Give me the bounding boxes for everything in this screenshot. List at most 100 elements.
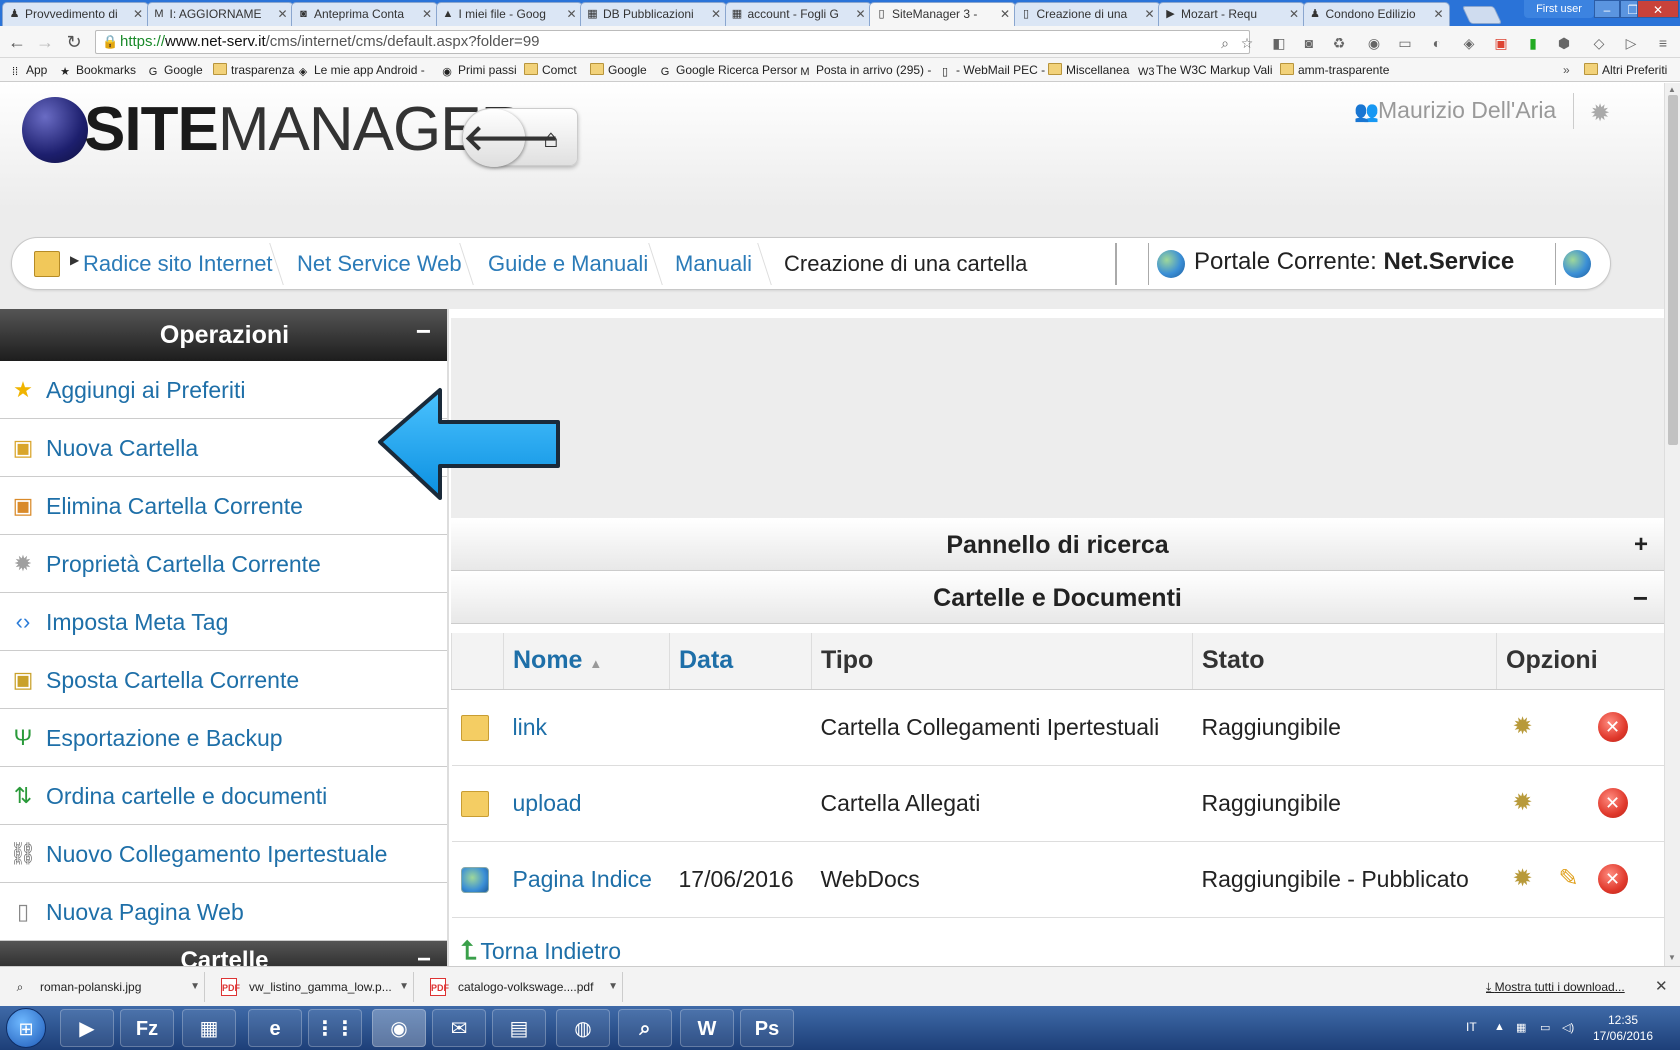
start-button[interactable]: ⊞ — [6, 1008, 46, 1048]
table-row[interactable]: link Cartella Collegamenti Ipertestuali Ra… — [451, 689, 1664, 766]
bookmark-star-icon[interactable]: ☆ — [1238, 34, 1256, 52]
item-name-link[interactable]: link — [513, 714, 548, 740]
browser-tab[interactable]: ♟ Provvedimento di ✕ — [2, 2, 149, 26]
table-row[interactable]: upload Cartella Allegati Raggiungibile ✹ ✕ — [451, 765, 1664, 842]
volume-icon[interactable]: ◁) — [1562, 1021, 1574, 1034]
delete-icon[interactable]: ✕ — [1597, 788, 1628, 818]
sidebar-item[interactable]: ⇅ Ordina cartelle e documenti — [0, 767, 447, 825]
close-tab-icon[interactable]: ✕ — [277, 3, 287, 25]
documents-panel-header[interactable]: Cartelle e Documenti − — [451, 572, 1664, 624]
bookmark-item[interactable]: ◈ Le mie app Android - — [296, 62, 425, 78]
close-tab-icon[interactable]: ✕ — [1289, 3, 1299, 25]
crumb-manuali[interactable]: Manuali — [675, 250, 752, 278]
browser-tab[interactable]: ◙ Anteprima Conta ✕ — [291, 2, 438, 26]
color-icon[interactable]: ◐ — [1428, 34, 1446, 52]
close-tab-icon[interactable]: ✕ — [422, 3, 432, 25]
browser-tab[interactable]: ▶ Mozart - Requ ✕ — [1158, 2, 1305, 26]
clock[interactable]: 12:35 17/06/2016 — [1590, 1012, 1656, 1044]
close-tab-icon[interactable]: ✕ — [133, 3, 143, 25]
flag-icon[interactable]: ▮ — [1524, 34, 1542, 52]
photoshop-icon[interactable]: Ps — [740, 1009, 794, 1047]
network-icon[interactable]: ▦ — [1516, 1021, 1526, 1034]
delete-icon[interactable]: ✕ — [1597, 864, 1628, 894]
bookmark-item[interactable]: ★ Bookmarks — [58, 62, 136, 78]
sidebar-item[interactable]: ⛓ Nuovo Collegamento Ipertestuale — [0, 825, 447, 883]
gear-icon[interactable]: ✹ — [1506, 786, 1540, 820]
close-tab-icon[interactable]: ✕ — [1433, 3, 1443, 25]
home-button[interactable]: ⌂ — [533, 121, 569, 155]
crumb-root[interactable]: Radice sito Internet — [83, 250, 273, 278]
browser-tab[interactable]: ▦ DB Pubblicazioni ✕ — [580, 2, 727, 26]
chrome-icon[interactable]: ◉ — [372, 1009, 426, 1047]
portal-switch-globe-icon[interactable] — [1563, 250, 1591, 278]
scroll-thumb[interactable] — [1668, 95, 1678, 445]
media-player-icon[interactable]: ▶ — [60, 1009, 114, 1047]
reload-icon[interactable]: ↻ — [63, 31, 85, 53]
recycle-icon[interactable]: ♻ — [1330, 34, 1348, 52]
bookmark-item[interactable]: trasparenza — [213, 62, 294, 78]
back-link[interactable]: ⮤ Torna Indietro — [461, 935, 621, 966]
download-menu-icon[interactable]: ▼ — [399, 972, 409, 1002]
bookmark-item[interactable]: ◉ Primi passi — [440, 62, 517, 78]
crumb-guide-manuali[interactable]: Guide e Manuali — [488, 250, 648, 278]
settings-gear-icon[interactable]: ✹ — [1590, 99, 1610, 128]
forward-arrow-icon[interactable]: → — [34, 31, 56, 53]
mail-icon[interactable]: ✉ — [432, 1009, 486, 1047]
play-icon[interactable]: ▷ — [1622, 34, 1640, 52]
browser-tab[interactable]: ♟ Condono Edilizio ✕ — [1302, 2, 1450, 26]
page-scrollbar[interactable]: ▲ ▼ — [1664, 83, 1680, 966]
item-name-link[interactable]: upload — [513, 790, 582, 816]
office-icon[interactable]: ▣ — [1492, 34, 1510, 52]
bookmark-item[interactable]: G Google Ricerca Persor — [658, 62, 798, 78]
pocket-icon[interactable]: ◙ — [1300, 34, 1318, 52]
ip-icon[interactable]: ◈ — [1460, 34, 1478, 52]
shield-icon[interactable]: ⬢ — [1555, 34, 1573, 52]
collapse-button[interactable]: − — [416, 309, 431, 353]
extension-icon[interactable]: ◧ — [1270, 34, 1288, 52]
zoom-icon[interactable]: ⌕ — [1216, 34, 1234, 52]
delete-icon[interactable]: ✕ — [1597, 712, 1628, 742]
gear-icon[interactable]: ✹ — [1506, 710, 1540, 744]
bookmark-item[interactable]: amm-trasparente — [1280, 62, 1389, 78]
show-all-downloads-link[interactable]: ⤓ Mostra tutti i download... — [1486, 980, 1625, 995]
close-window-button[interactable]: ✕ — [1637, 0, 1679, 18]
minimize-button[interactable]: ‒ — [1594, 0, 1620, 18]
download-item[interactable]: PDF vw_listino_gamma_low.p... ▼ — [209, 972, 414, 1002]
sidebar-item[interactable]: ▯ Nuova Pagina Web — [0, 883, 447, 941]
download-item[interactable]: ⌕ roman-polanski.jpg ▼ — [0, 972, 205, 1002]
sidebar-item[interactable]: Ψ Esportazione e Backup — [0, 709, 447, 767]
user-menu[interactable]: 👥Maurizio Dell'Aria — [1354, 97, 1556, 124]
url-bar[interactable]: 🔒 https://www.net-serv.it/cms/internet/c… — [95, 30, 1250, 54]
name-column-header[interactable]: Nome ▲ — [503, 633, 670, 690]
new-tab-button[interactable] — [1461, 6, 1503, 24]
menu-icon[interactable]: ≡ — [1654, 34, 1672, 52]
bookmark-item[interactable]: Miscellanea — [1048, 62, 1129, 78]
word-icon[interactable]: W — [680, 1009, 734, 1047]
close-tab-icon[interactable]: ✕ — [1144, 3, 1154, 25]
sidebar-item[interactable]: ✹ Proprietà Cartella Corrente — [0, 535, 447, 593]
expand-button[interactable]: + — [1634, 519, 1648, 571]
scroll-down-icon[interactable]: ▼ — [1668, 953, 1676, 962]
close-tab-icon[interactable]: ✕ — [855, 3, 865, 25]
apps-icon[interactable]: ⋮⋮ — [308, 1009, 362, 1047]
scroll-up-icon[interactable]: ▲ — [1668, 85, 1676, 94]
browser-tab[interactable]: ▯ Creazione di una ✕ — [1013, 2, 1161, 26]
eye-icon[interactable]: ◉ — [1365, 34, 1383, 52]
close-icon[interactable]: ✕ — [1655, 977, 1668, 995]
gear-icon[interactable]: ✹ — [1506, 862, 1540, 896]
browser-tab[interactable]: ▯ SiteManager 3 - ✕ — [869, 2, 1016, 27]
bookmark-item[interactable]: G Google — [146, 62, 203, 78]
pencil-icon[interactable]: ✎ — [1552, 862, 1586, 896]
other-bookmarks[interactable]: Altri Preferiti — [1584, 62, 1667, 78]
bookmark-item[interactable]: W3 The W3C Markup Vali — [1138, 62, 1272, 78]
download-menu-icon[interactable]: ▼ — [190, 972, 200, 1002]
browser-tab[interactable]: ▦ account - Fogli G ✕ — [724, 2, 872, 26]
magnifier-icon[interactable]: ⌕ — [618, 1009, 672, 1047]
search-panel-header[interactable]: Pannello di ricerca + — [451, 519, 1664, 571]
file-explorer-icon[interactable]: ▦ — [182, 1009, 236, 1047]
sidebar-item[interactable]: ▣ Sposta Cartella Corrente — [0, 651, 447, 709]
table-row[interactable]: Pagina Indice 17/06/2016 WebDocs Raggiungib… — [451, 841, 1664, 918]
download-item[interactable]: PDF catalogo-volkswage....pdf ▼ — [418, 972, 623, 1002]
close-tab-icon[interactable]: ✕ — [711, 3, 721, 25]
battery-icon[interactable]: ▭ — [1540, 1021, 1550, 1034]
